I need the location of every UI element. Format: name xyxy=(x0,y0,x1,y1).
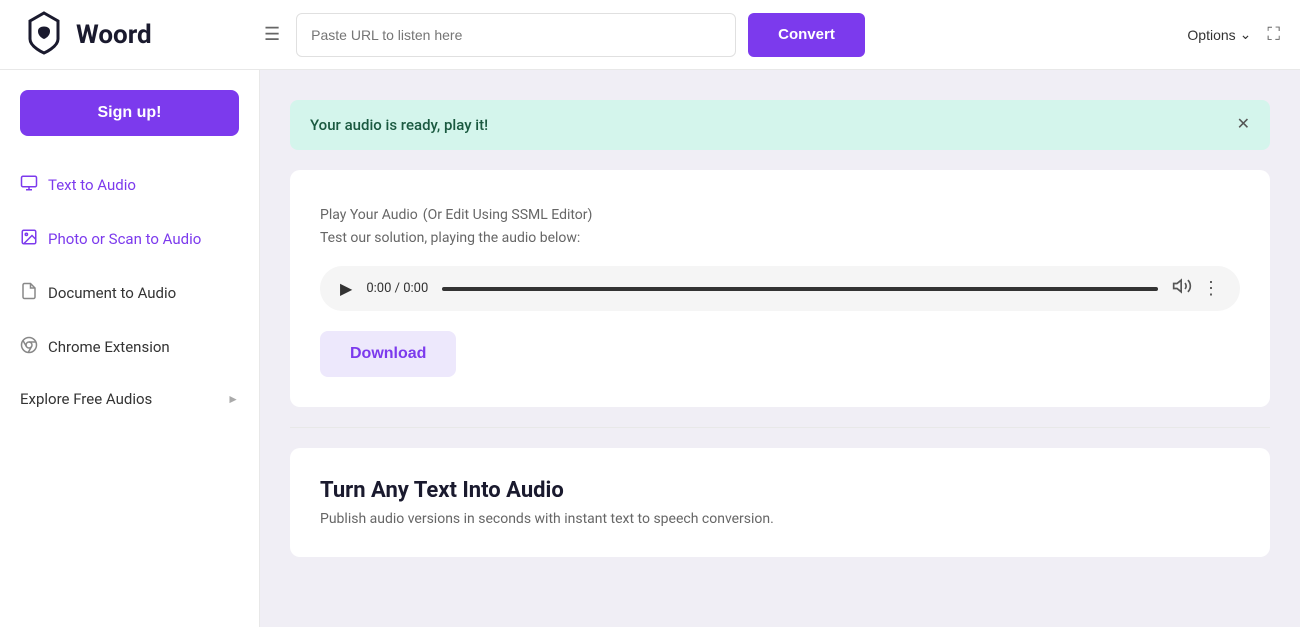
notification-banner: Your audio is ready, play it! ✕ xyxy=(290,100,1270,150)
promo-subtitle: Publish audio versions in seconds with i… xyxy=(320,511,1240,527)
play-button[interactable]: ▶ xyxy=(340,279,352,299)
logo-text: Woord xyxy=(76,20,152,50)
play-icon: ▶ xyxy=(340,279,352,299)
header-middle: ☰ Convert xyxy=(260,13,1187,57)
notification-text: Your audio is ready, play it! xyxy=(310,116,488,134)
sidebar-item-text-to-audio[interactable]: Text to Audio xyxy=(0,160,259,210)
chevron-right-icon: ► xyxy=(227,392,239,406)
convert-button[interactable]: Convert xyxy=(748,13,865,57)
audio-card-subtitle: Test our solution, playing the audio bel… xyxy=(320,230,1240,246)
sidebar-item-explore-free-audios[interactable]: Explore Free Audios ► xyxy=(0,376,259,422)
hamburger-button[interactable]: ☰ xyxy=(260,20,284,49)
audio-card-title-note: (Or Edit Using SSML Editor) xyxy=(423,207,593,223)
sidebar-item-chrome-extension[interactable]: Chrome Extension xyxy=(0,322,259,372)
progress-bar[interactable] xyxy=(442,287,1158,291)
signup-button[interactable]: Sign up! xyxy=(20,90,239,136)
header-right: Options ⌄ ⛶ xyxy=(1187,24,1280,45)
header: Woord ☰ Convert Options ⌄ ⛶ xyxy=(0,0,1300,70)
logo-area: Woord xyxy=(20,9,260,61)
audio-player: ▶ 0:00 / 0:00 xyxy=(320,266,1240,311)
logo-icon xyxy=(20,9,68,61)
close-banner-button[interactable]: ✕ xyxy=(1237,117,1250,133)
volume-button[interactable] xyxy=(1172,276,1192,301)
more-icon: ⋮ xyxy=(1202,278,1220,298)
sidebar-item-label: Chrome Extension xyxy=(48,338,170,356)
expand-icon: ⛶ xyxy=(1267,24,1280,44)
more-options-button[interactable]: ⋮ xyxy=(1202,278,1220,299)
card-divider xyxy=(290,427,1270,428)
options-button[interactable]: Options ⌄ xyxy=(1187,26,1251,43)
file-icon xyxy=(20,282,38,304)
image-icon xyxy=(20,228,38,250)
sidebar-item-label: Document to Audio xyxy=(48,284,176,302)
chevron-down-icon: ⌄ xyxy=(1240,26,1252,43)
download-button[interactable]: Download xyxy=(320,331,456,377)
audio-card-title: Play Your Audio (Or Edit Using SSML Edit… xyxy=(320,200,1240,224)
sidebar-item-photo-scan-to-audio[interactable]: Photo or Scan to Audio xyxy=(0,214,259,264)
promo-card: Turn Any Text Into Audio Publish audio v… xyxy=(290,448,1270,557)
chrome-icon xyxy=(20,336,38,358)
audio-card: Play Your Audio (Or Edit Using SSML Edit… xyxy=(290,170,1270,407)
time-display: 0:00 / 0:00 xyxy=(366,281,428,296)
promo-title: Turn Any Text Into Audio xyxy=(320,478,1240,503)
main-content: Your audio is ready, play it! ✕ Play You… xyxy=(260,70,1300,627)
sidebar-item-label: Photo or Scan to Audio xyxy=(48,230,201,248)
sidebar-item-document-to-audio[interactable]: Document to Audio xyxy=(0,268,259,318)
sidebar-item-label: Text to Audio xyxy=(48,176,136,194)
monitor-icon xyxy=(20,174,38,196)
body-layout: Sign up! Text to Audio xyxy=(0,70,1300,627)
sidebar-item-label: Explore Free Audios xyxy=(20,390,152,408)
sidebar: Sign up! Text to Audio xyxy=(0,70,260,627)
expand-button[interactable]: ⛶ xyxy=(1267,24,1280,45)
volume-icon xyxy=(1172,280,1192,300)
url-input[interactable] xyxy=(296,13,736,57)
